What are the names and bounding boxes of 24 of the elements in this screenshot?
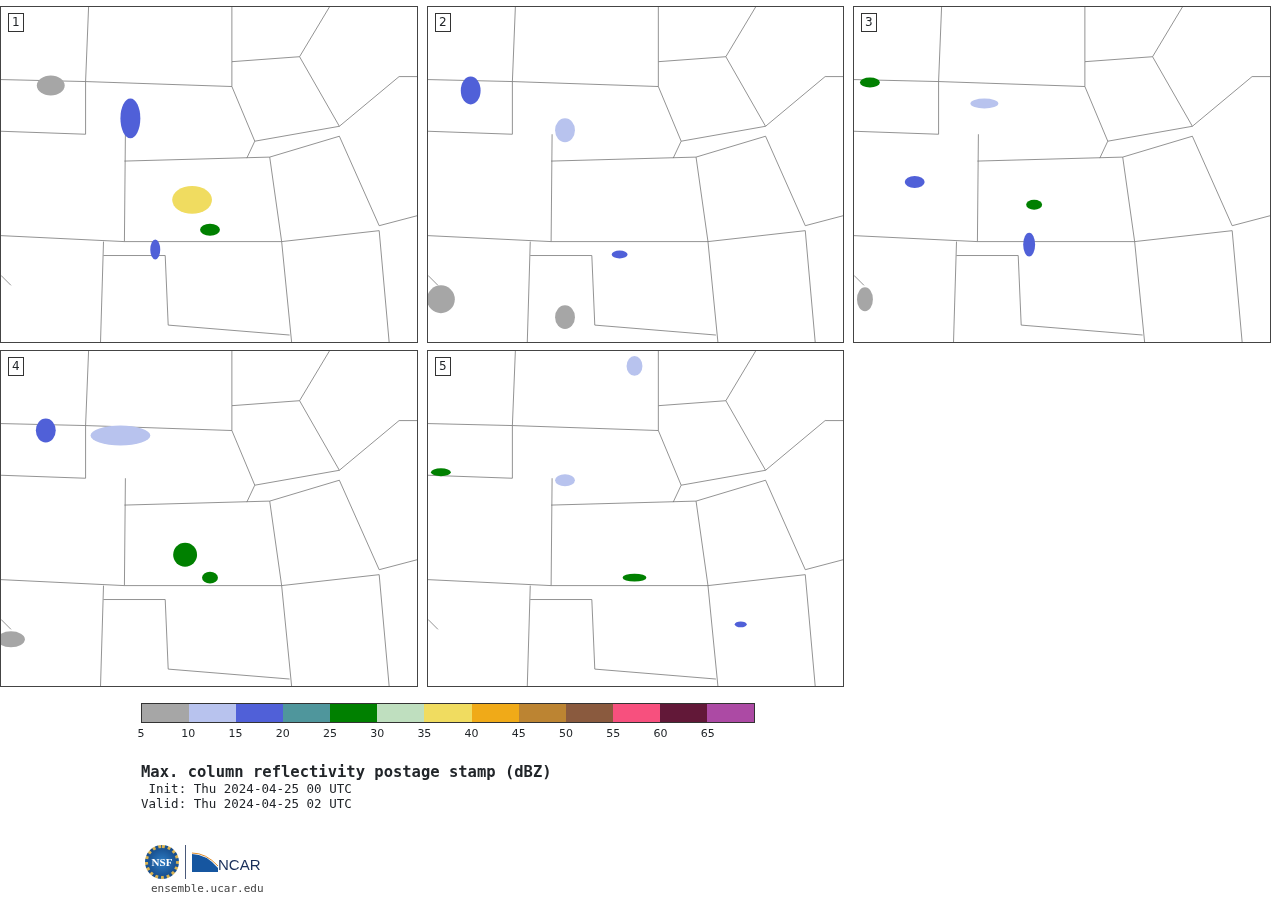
- tick-label: 20: [275, 726, 290, 742]
- tick-label: 45: [511, 726, 526, 742]
- panel-number: 5: [435, 357, 451, 376]
- panel-number: 3: [861, 13, 877, 32]
- tick-label: 5: [137, 726, 145, 742]
- init-time: Init: Thu 2024-04-25 00 UTC: [147, 781, 353, 796]
- wave-logo: NCAR: [192, 852, 261, 872]
- tick-label: 25: [322, 726, 337, 742]
- website-url: ensemble.ucar.edu: [151, 881, 265, 897]
- tick-label: 30: [370, 726, 385, 742]
- chart-title: Max. column reflectivity postage stamp (dBZ): [141, 763, 553, 781]
- panel-number: 2: [435, 13, 451, 32]
- tick-label: 50: [559, 726, 574, 742]
- panel-number: 4: [8, 357, 24, 376]
- tick-label: 35: [417, 726, 432, 742]
- seal-logo: NSF: [145, 845, 179, 879]
- tick-label: 60: [653, 726, 668, 742]
- valid-time: Valid: Thu 2024-04-25 02 UTC: [141, 796, 353, 811]
- panel-number: 1: [8, 13, 24, 32]
- tick-label: 65: [700, 726, 715, 742]
- tick-label: 55: [606, 726, 621, 742]
- tick-label: 10: [181, 726, 196, 742]
- tick-label: 40: [464, 726, 479, 742]
- tick-label: 15: [228, 726, 243, 742]
